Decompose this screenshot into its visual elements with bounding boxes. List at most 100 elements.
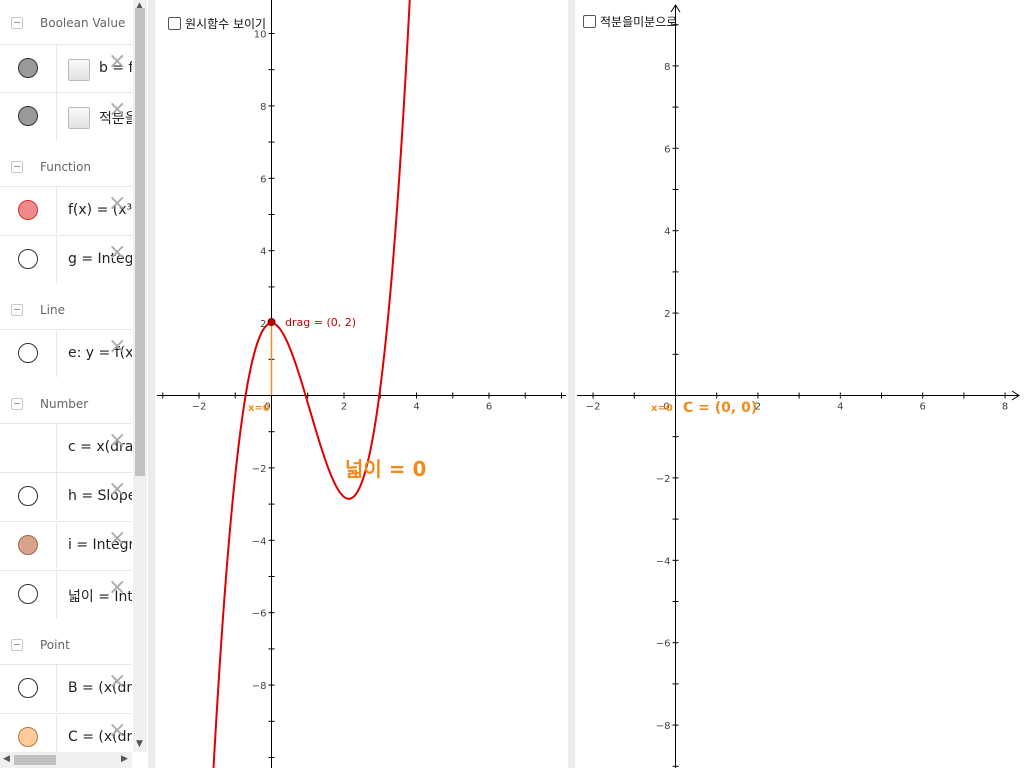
scroll-left-icon[interactable]: ◀ — [3, 755, 10, 764]
graphics-view-1[interactable]: −2 0 2 4 6 10 8 6 4 2 −2 −4 −6 −8 drag = (0, 2) x=0 넓… — [155, 0, 568, 768]
visibility-toggle-marble[interactable] — [18, 678, 38, 698]
divider — [56, 187, 57, 234]
scroll-down-icon[interactable]: ▼ — [136, 740, 143, 749]
group-label: Point — [40, 638, 70, 652]
collapse-icon[interactable] — [11, 161, 23, 173]
delete-icon[interactable]: × — [108, 242, 126, 264]
group-label: Boolean Value — [40, 16, 126, 30]
collapse-icon[interactable] — [11, 639, 23, 651]
visibility-toggle-marble[interactable] — [18, 343, 38, 363]
group-number[interactable]: Number — [0, 379, 132, 423]
delete-icon[interactable]: × — [108, 577, 126, 599]
checkbox-label: 원시함수 보이기 — [185, 16, 267, 31]
collapse-icon[interactable] — [11, 304, 23, 316]
divider — [56, 473, 57, 520]
algebra-item-area[interactable]: 넓이 = Int × — [0, 570, 132, 618]
group-function[interactable]: Function — [0, 142, 132, 186]
delete-icon[interactable]: × — [108, 479, 126, 501]
delete-icon[interactable]: × — [108, 193, 126, 215]
panel-splitter[interactable] — [148, 0, 155, 768]
visibility-toggle-marble[interactable] — [18, 584, 38, 604]
delete-icon[interactable]: × — [108, 720, 126, 742]
tick-labels: −2 0 2 4 6108642−2−4−6−8 — [192, 30, 493, 693]
show-antiderivative-checkbox[interactable]: 원시함수 보이기 — [168, 14, 266, 32]
visibility-toggle-marble[interactable] — [18, 486, 38, 506]
divider — [56, 330, 57, 377]
y-tick-label: 6 — [664, 144, 670, 155]
y-tick-label: −8 — [656, 721, 671, 732]
visibility-toggle-marble[interactable] — [18, 200, 38, 220]
y-tick-label: −4 — [252, 536, 267, 547]
drag-point[interactable] — [267, 318, 276, 326]
visibility-toggle-marble[interactable] — [18, 106, 38, 126]
horizontal-scrollbar[interactable]: ◀ ▶ — [0, 752, 132, 768]
y-tick-label: −6 — [252, 609, 267, 620]
drag-point-label: drag = (0, 2) — [285, 316, 356, 329]
view-splitter[interactable] — [568, 0, 575, 768]
y-tick-label: 4 — [260, 247, 266, 258]
point-C-label: C = (0, 0) — [683, 400, 757, 416]
algebra-list: Boolean Value b = f × 적분을 × Function f(x… — [0, 0, 132, 752]
group-point[interactable]: Point — [0, 620, 132, 664]
algebra-item-h[interactable]: h = Slope( × — [0, 472, 132, 520]
graphics-view-2[interactable]: −2 0 2 4 6 8 8 6 4 2 −2 −4 −6 −8 x=0 C = (0, 0) 적분을미분… — [575, 0, 1024, 768]
graphics-canvas-1[interactable]: −2 0 2 4 6108642−2−4−6−8 drag = (0, 2) x=0 넓… — [155, 0, 568, 768]
y-tick-label: 8 — [260, 102, 266, 113]
algebra-item-c[interactable]: c = x(drag × — [0, 423, 132, 471]
divider — [56, 714, 57, 752]
algebra-panel: Boolean Value b = f × 적분을 × Function f(x… — [0, 0, 148, 768]
x-tick-label: −2 — [192, 402, 207, 413]
divider — [56, 424, 57, 471]
x-marker-label: x=0 — [651, 403, 673, 414]
vertical-scrollbar[interactable]: ▲ ▼ — [133, 0, 147, 752]
delete-icon[interactable]: × — [108, 51, 126, 73]
group-label: Number — [40, 397, 89, 411]
delete-icon[interactable]: × — [108, 528, 126, 550]
algebra-item-g[interactable]: g = Integra × — [0, 235, 132, 283]
visibility-toggle-marble[interactable] — [18, 249, 38, 269]
horizontal-scroll-thumb[interactable] — [14, 755, 56, 765]
divider — [56, 522, 57, 569]
boolean-checkbox[interactable] — [68, 107, 90, 129]
integral-to-derivative-checkbox[interactable]: 적분을미분으로 — [583, 12, 677, 30]
x-tick-label: 4 — [837, 402, 843, 413]
algebra-item-integ-deriv[interactable]: 적분을 × — [0, 92, 132, 140]
divider — [56, 93, 57, 140]
y-tick-label: −2 — [656, 474, 671, 485]
group-line[interactable]: Line — [0, 285, 132, 329]
algebra-item-C[interactable]: C = (x(dra × — [0, 713, 132, 752]
algebra-item-i[interactable]: i = Integra × — [0, 521, 132, 569]
checkbox-box[interactable] — [168, 16, 181, 30]
function-f-curve[interactable] — [212, 0, 411, 768]
x-tick-label: 8 — [1002, 402, 1008, 413]
delete-icon[interactable]: × — [108, 671, 126, 693]
delete-icon[interactable]: × — [108, 336, 126, 358]
delete-icon[interactable]: × — [108, 99, 126, 121]
checkbox-box[interactable] — [583, 14, 596, 28]
y-tick-label: −2 — [252, 464, 267, 475]
group-label: Line — [40, 303, 66, 317]
group-label: Function — [40, 160, 92, 174]
algebra-item-b[interactable]: b = f × — [0, 44, 132, 92]
algebra-item-e[interactable]: e: y = f(x( × — [0, 329, 132, 377]
visibility-toggle-marble[interactable] — [18, 535, 38, 555]
visibility-toggle-marble[interactable] — [18, 727, 38, 747]
area-label: 넓이 = 0 — [345, 457, 426, 481]
boolean-checkbox[interactable] — [68, 59, 90, 81]
vertical-scroll-thumb[interactable] — [135, 8, 145, 476]
visibility-toggle-marble[interactable] — [18, 58, 38, 78]
group-boolean[interactable]: Boolean Value — [0, 0, 132, 44]
y-tick-label: −4 — [656, 556, 671, 567]
x-tick-label: 6 — [920, 402, 926, 413]
scroll-right-icon[interactable]: ▶ — [121, 755, 128, 764]
x-tick-label: 2 — [341, 402, 347, 413]
collapse-icon[interactable] — [11, 17, 23, 29]
axes — [577, 4, 1020, 768]
x-tick-label: 4 — [413, 402, 419, 413]
y-tick-label: −6 — [656, 639, 671, 650]
delete-icon[interactable]: × — [108, 430, 126, 452]
graphics-canvas-2[interactable]: −2 0 2 4 6 88642−2−4−6−8 x=0 C = (0, 0) — [575, 0, 1024, 768]
algebra-item-f[interactable]: f(x) = (x³ - × — [0, 186, 132, 234]
collapse-icon[interactable] — [11, 398, 23, 410]
algebra-item-B[interactable]: B = (x(dra × — [0, 664, 132, 712]
